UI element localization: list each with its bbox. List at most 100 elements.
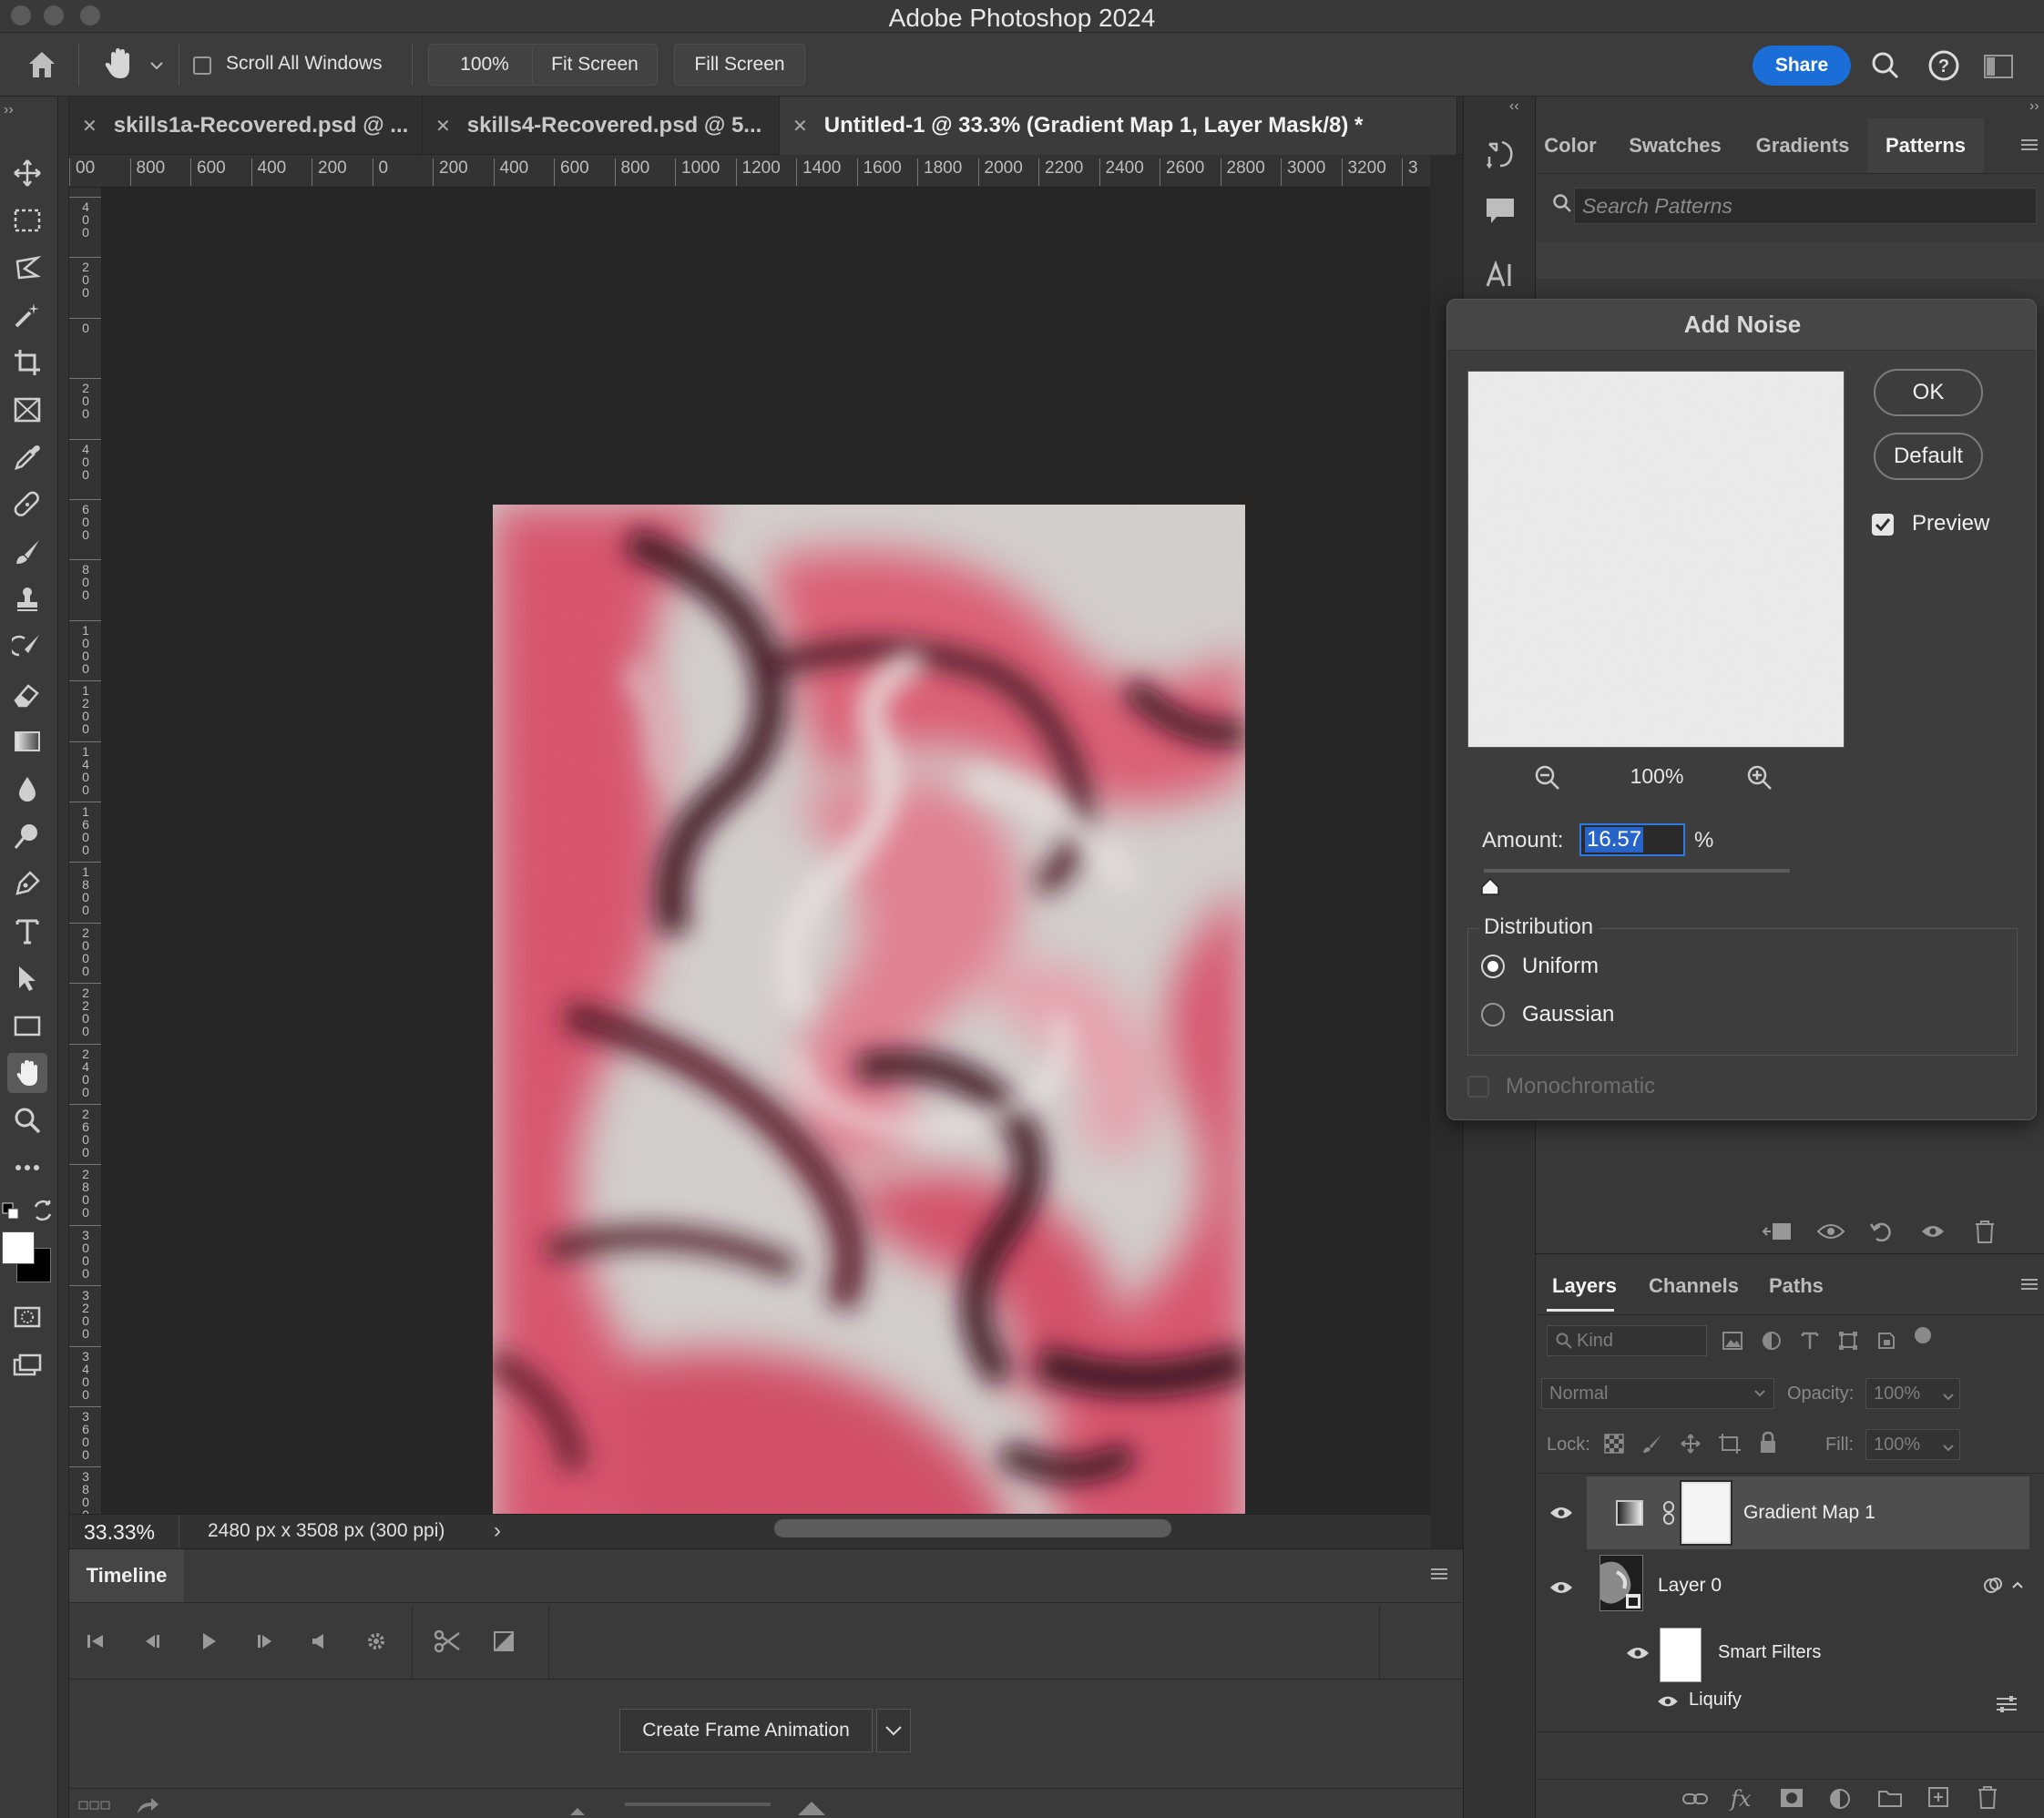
swap-colors-icon[interactable] [31,1199,55,1222]
create-frame-animation-button[interactable]: Create Frame Animation [619,1709,873,1752]
zoom-in-mountain-icon[interactable] [796,1799,827,1817]
transition-icon[interactable] [485,1622,523,1660]
view-previous-state-icon[interactable] [1814,1221,1847,1242]
panel-menu-icon[interactable] [1428,1566,1450,1582]
blur-tool-icon[interactable] [7,769,47,809]
search-patterns-input[interactable]: Search Patterns [1574,188,2037,224]
close-tab-icon[interactable]: ✕ [435,115,451,138]
pen-tool-icon[interactable] [7,863,47,904]
brush-tool-icon[interactable] [7,532,47,572]
layer-row-smart-filters[interactable]: Smart Filters [1536,1624,2044,1682]
zoom-in-icon[interactable] [1746,764,1773,792]
amount-slider-track[interactable] [1484,869,1790,873]
history-icon[interactable] [1484,138,1517,171]
layer-name[interactable]: Liquify [1689,1690,1742,1711]
filter-pixel-icon[interactable] [1722,1331,1743,1351]
preview-checkbox[interactable] [1872,514,1894,536]
filter-blending-options-icon[interactable] [1995,1695,2018,1713]
tab-swatches[interactable]: Swatches [1612,118,1738,173]
layer-name[interactable]: Gradient Map 1 [1743,1502,1875,1524]
ok-button[interactable]: OK [1874,369,1983,416]
quick-mask-icon[interactable] [7,1297,47,1337]
gaussian-radio[interactable] [1481,1003,1505,1026]
canvas-area[interactable] [102,188,1430,1568]
chevron-down-icon[interactable] [1942,1444,1955,1453]
close-tab-icon[interactable]: ✕ [82,115,97,138]
chevron-up-icon[interactable] [2011,1580,2024,1589]
layer-name[interactable]: Smart Filters [1718,1642,1821,1663]
trash-icon[interactable] [1973,1219,1997,1244]
split-scissors-icon[interactable] [428,1622,466,1660]
tab-gradients[interactable]: Gradients [1738,118,1867,173]
zoom-out-mountain-icon[interactable] [568,1804,587,1817]
fit-screen-button[interactable]: Fit Screen [532,44,658,86]
default-colors-icon[interactable] [2,1202,20,1221]
zoom-out-icon[interactable] [1534,764,1561,792]
horizontal-scrollbar[interactable] [774,1519,1171,1537]
reset-icon[interactable] [1869,1219,1895,1244]
share-button[interactable]: Share [1753,46,1851,86]
clip-to-layer-icon[interactable] [1762,1221,1793,1242]
audio-icon[interactable] [301,1622,339,1660]
filter-adjustment-icon[interactable] [1762,1331,1782,1351]
convert-arrow-icon[interactable] [135,1795,160,1815]
lock-position-icon[interactable] [1680,1433,1702,1455]
layer-row-layer-0[interactable]: Layer 0 [1536,1551,2044,1624]
marquee-tool-icon[interactable] [7,200,47,240]
play-icon[interactable] [189,1622,228,1660]
visibility-eye-icon[interactable] [1548,1504,1574,1522]
amount-slider-thumb[interactable] [1480,877,1500,897]
panel-menu-icon[interactable] [2018,1276,2040,1292]
eyedropper-icon[interactable] [7,437,47,477]
comments-icon[interactable] [1484,195,1517,228]
frames-icon[interactable] [78,1799,111,1812]
zoom-level[interactable]: 33.33% [84,1520,155,1545]
gradient-tool-icon[interactable] [7,721,47,761]
foreground-color-swatch[interactable] [2,1231,35,1264]
tab-paths[interactable]: Paths [1769,1261,1824,1311]
lock-all-icon[interactable] [1758,1431,1778,1455]
workspace-icon[interactable] [1984,55,2013,78]
default-button[interactable]: Default [1874,433,1983,480]
magic-wand-icon[interactable] [7,295,47,335]
layer-name[interactable]: Layer 0 [1658,1575,1722,1597]
layer-effects-icon[interactable]: fx [1731,1786,1751,1812]
filter-kind-select[interactable]: Kind [1547,1325,1707,1356]
scroll-all-windows-checkbox[interactable] [193,56,211,75]
chevron-down-icon[interactable] [1942,1393,1955,1402]
blend-mode-select[interactable]: Normal [1541,1378,1774,1409]
tab-skills1a[interactable]: ✕ skills1a-Recovered.psd @ ... [69,97,423,155]
add-mask-icon[interactable] [1780,1788,1804,1808]
layer-row-liquify[interactable]: Liquify [1536,1682,2044,1722]
hand-tool-icon[interactable] [100,46,137,82]
tab-untitled-1[interactable]: ✕ Untitled-1 @ 33.3% (Gradient Map 1, Lay… [780,97,1457,155]
zoom-100-button[interactable]: 100% [428,44,541,86]
document-canvas-artwork[interactable] [493,505,1245,1568]
lock-pixels-icon[interactable] [1641,1433,1663,1455]
healing-brush-icon[interactable] [7,485,47,525]
tab-layers[interactable]: Layers [1552,1261,1617,1311]
first-frame-icon[interactable] [77,1622,115,1660]
lasso-tool-icon[interactable] [7,248,47,288]
amount-input[interactable]: 16.57 [1579,823,1685,856]
rectangle-tool-icon[interactable] [7,1006,47,1046]
status-menu-arrow[interactable]: › [494,1518,501,1544]
search-icon[interactable] [1871,51,1900,80]
tab-channels[interactable]: Channels [1649,1261,1739,1311]
link-layers-icon[interactable] [1681,1790,1709,1808]
tab-color[interactable]: Color [1536,118,1605,173]
delete-layer-trash-icon[interactable] [1977,1784,1998,1810]
fill-screen-button[interactable]: Fill Screen [674,44,805,86]
home-icon[interactable] [26,49,58,80]
more-tools-icon[interactable] [7,1148,47,1188]
visibility-eye-icon[interactable] [1625,1644,1651,1662]
history-brush-icon[interactable] [7,627,47,667]
timeline-tab[interactable]: Timeline [69,1549,184,1602]
eraser-tool-icon[interactable] [7,674,47,714]
layer-mask-thumbnail[interactable] [1680,1480,1732,1546]
collapse-panels-icon[interactable]: ‹‹ [1509,98,1519,115]
crop-tool-icon[interactable] [7,342,47,383]
noise-preview[interactable] [1467,371,1845,748]
screen-mode-icon[interactable] [7,1346,47,1386]
link-chain-icon[interactable] [1661,1500,1676,1526]
